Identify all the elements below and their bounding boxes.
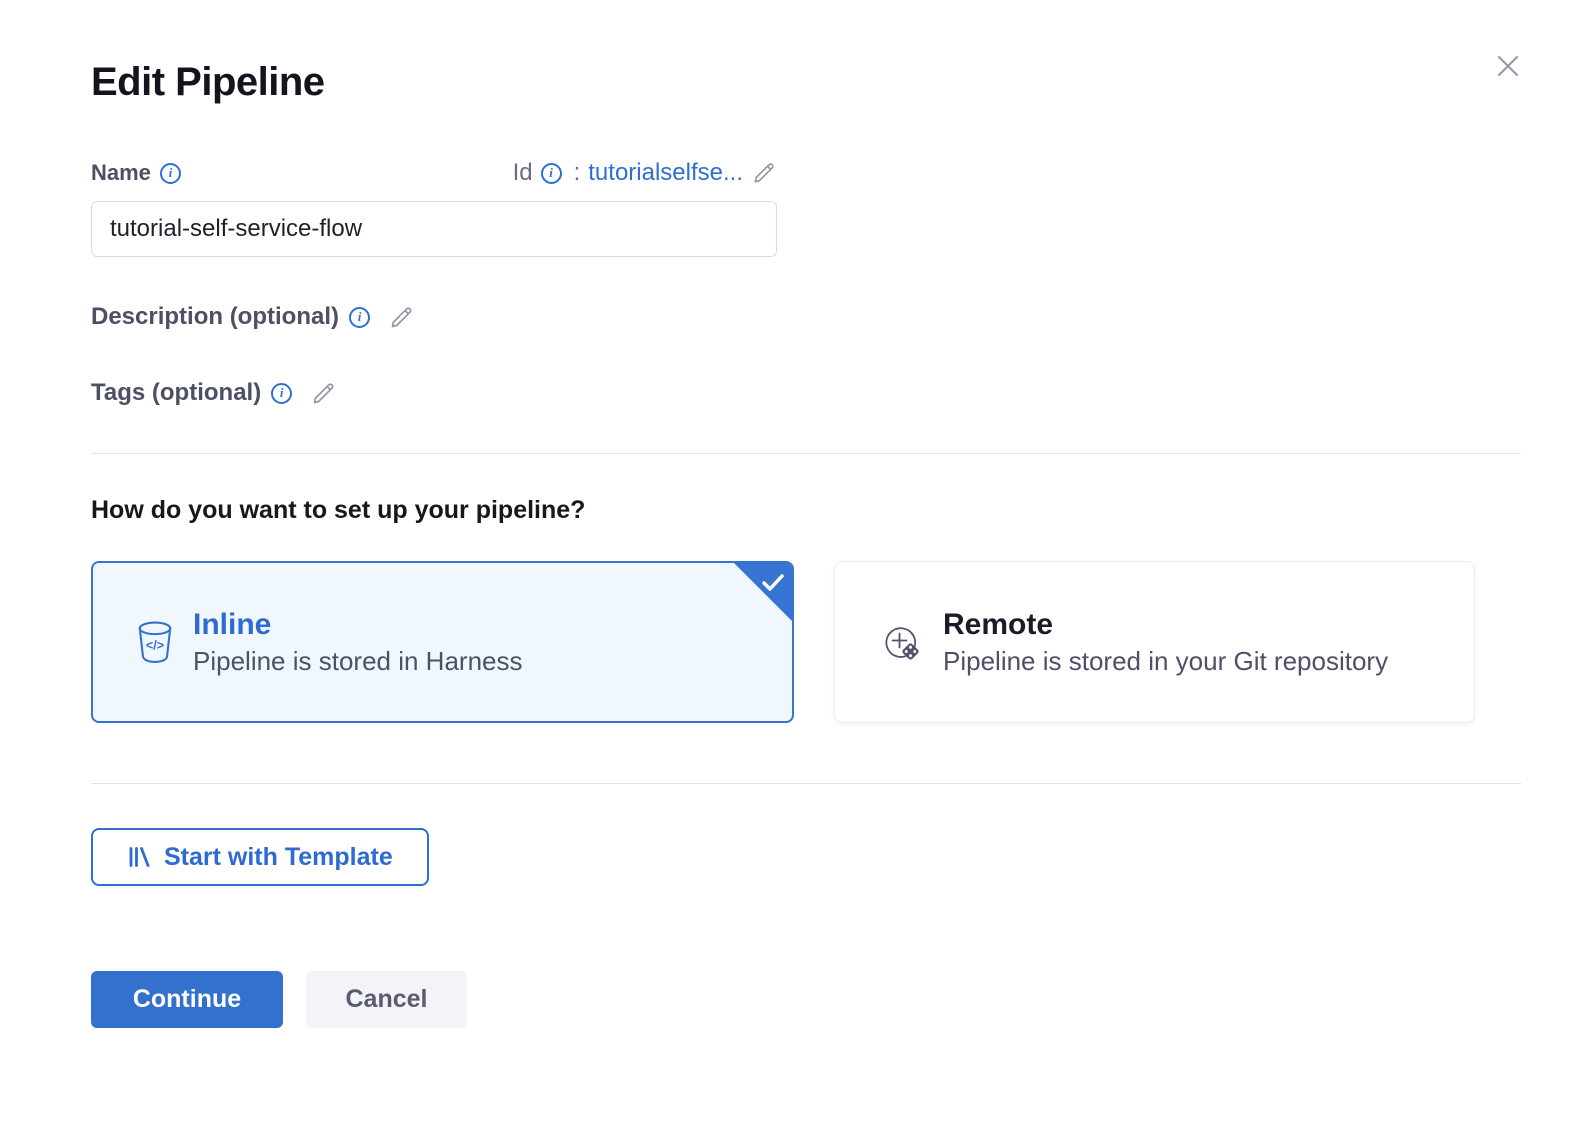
start-with-template-button[interactable]: Start with Template	[91, 828, 429, 886]
id-info-icon[interactable]: i	[541, 163, 562, 184]
start-with-template-label: Start with Template	[164, 843, 393, 872]
tags-info-icon[interactable]: i	[271, 383, 292, 404]
name-input[interactable]	[91, 201, 777, 257]
option-title: Remote	[943, 608, 1388, 642]
id-separator: :	[574, 159, 581, 187]
tags-edit-pencil-icon[interactable]	[310, 380, 337, 407]
description-info-icon[interactable]: i	[349, 307, 370, 328]
storage-options: </> Inline Pipeline is stored in Harness	[91, 561, 1521, 723]
name-id-section: Name i Id i : tutorialselfse...	[91, 159, 777, 257]
option-title: Inline	[193, 608, 523, 642]
page-title: Edit Pipeline	[91, 60, 1521, 105]
section-divider	[91, 453, 1521, 454]
tags-label: Tags (optional)	[91, 379, 261, 407]
remote-git-plus-icon	[879, 620, 923, 664]
section-divider	[91, 783, 1521, 784]
template-library-icon	[127, 845, 151, 869]
option-card-remote[interactable]: Remote Pipeline is stored in your Git re…	[834, 561, 1475, 723]
id-value-link[interactable]: tutorialselfse...	[588, 159, 743, 187]
description-label: Description (optional)	[91, 303, 339, 331]
name-label: Name	[91, 160, 151, 186]
edit-pipeline-modal: Edit Pipeline Name i Id i : tutorialself…	[0, 0, 1594, 1134]
setup-heading: How do you want to set up your pipeline?	[91, 496, 1521, 525]
selected-checkmark-icon	[734, 563, 792, 621]
description-edit-pencil-icon[interactable]	[388, 304, 415, 331]
modal-actions: Continue Cancel	[91, 971, 1521, 1028]
id-edit-pencil-icon[interactable]	[751, 160, 777, 186]
close-x-icon	[1493, 51, 1523, 81]
svg-text:</>: </>	[146, 638, 164, 652]
option-subtitle: Pipeline is stored in your Git repositor…	[943, 646, 1388, 677]
option-card-inline[interactable]: </> Inline Pipeline is stored in Harness	[91, 561, 794, 723]
close-icon[interactable]	[1490, 48, 1526, 84]
name-info-icon[interactable]: i	[160, 163, 181, 184]
inline-bucket-code-icon: </>	[137, 621, 173, 663]
continue-button[interactable]: Continue	[91, 971, 283, 1028]
id-label: Id	[513, 159, 533, 187]
option-subtitle: Pipeline is stored in Harness	[193, 646, 523, 677]
cancel-button[interactable]: Cancel	[306, 971, 467, 1028]
